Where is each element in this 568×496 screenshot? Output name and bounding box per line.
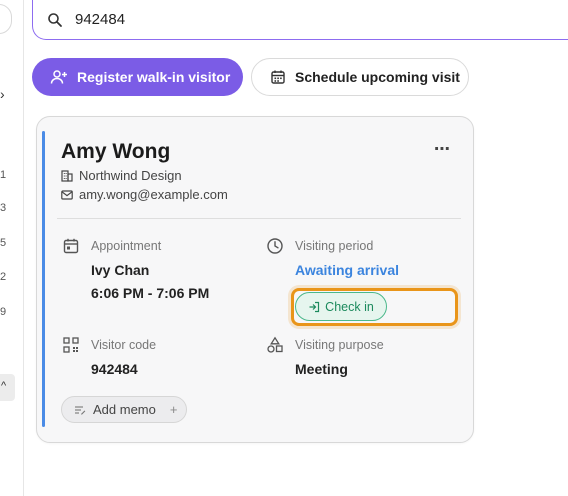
calendar-event-icon [63,238,79,254]
rail-item[interactable]: 1 [0,169,8,181]
rail-item[interactable]: 3 [0,202,8,214]
rail-item[interactable]: 5 [0,237,8,249]
appointment-label: Appointment [91,239,162,253]
add-person-icon [50,70,67,84]
rail-item-active[interactable]: ^ [0,374,15,401]
rail-chevron-icon[interactable]: › [0,86,5,102]
check-in-icon [309,301,320,312]
visitor-email: amy.wong@example.com [79,187,228,202]
rail-item[interactable]: 2 [0,271,8,283]
visitor-company-row: Northwind Design [61,168,182,183]
register-walk-in-label: Register walk-in visitor [77,69,231,85]
qr-code-icon [63,337,79,353]
more-options-button[interactable]: ⋯ [434,139,451,159]
shapes-icon [267,336,283,353]
schedule-visit-label: Schedule upcoming visit [295,69,460,85]
appointment-host: Ivy Chan [91,262,150,278]
schedule-visit-button[interactable]: Schedule upcoming visit [251,58,469,96]
add-memo-label: Add memo [93,402,156,417]
visitor-email-row: amy.wong@example.com [61,187,228,202]
visiting-period-status: Awaiting arrival [295,262,400,278]
calendar-icon [271,70,285,84]
rail-item[interactable]: 9 [0,306,8,318]
card-accent-bar [42,131,45,427]
add-memo-button[interactable]: Add memo + [61,396,187,423]
visitor-name: Amy Wong [61,140,171,163]
card-divider [57,218,461,219]
register-walk-in-button[interactable]: Register walk-in visitor [32,58,243,96]
left-rail: › 1 3 5 2 9 ^ [0,0,24,496]
visitor-code-value: 942484 [91,361,138,377]
memo-icon [75,405,86,415]
rail-toggle-button[interactable] [0,4,12,34]
visiting-purpose-value: Meeting [295,361,348,377]
visiting-purpose-label: Visiting purpose [295,338,384,352]
building-icon [61,169,73,182]
mail-icon [61,189,73,200]
appointment-time: 6:06 PM - 7:06 PM [91,285,210,301]
search-bar[interactable] [32,0,568,40]
add-icon: + [169,402,178,417]
check-in-label: Check in [325,299,374,314]
search-icon [48,13,62,27]
visitor-card: Amy Wong ⋯ Northwind Design amy.wong@exa… [36,116,474,443]
clock-icon [267,238,283,254]
visitor-code-label: Visitor code [91,338,157,352]
visiting-period-label: Visiting period [295,239,374,253]
search-input[interactable] [75,8,375,30]
check-in-button[interactable]: Check in [295,292,387,321]
visitor-company: Northwind Design [79,168,182,183]
